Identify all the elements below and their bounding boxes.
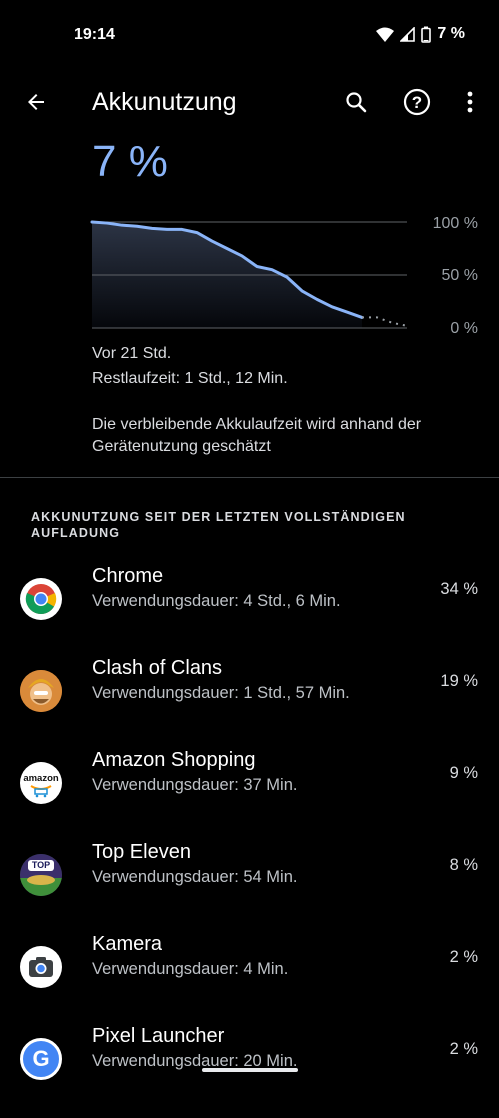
cart-icon	[30, 784, 52, 797]
pixel-launcher-icon: G	[20, 1038, 62, 1080]
remaining-time: Restlaufzeit: 1 Std., 12 Min.	[92, 370, 288, 387]
app-bar: Akkunutzung ?	[0, 80, 499, 128]
chart-since-label: Vor 21 Std.	[92, 345, 172, 362]
battery-projection-line	[362, 316, 408, 327]
app-percent: 19 %	[440, 672, 478, 690]
app-percent: 2 %	[449, 1040, 478, 1058]
app-name: Clash of Clans	[92, 657, 223, 679]
more-options-button[interactable]	[458, 88, 482, 120]
camera-icon	[20, 946, 62, 988]
app-usage: Verwendungsdauer: 37 Min.	[92, 776, 298, 794]
app-usage: Verwendungsdauer: 4 Std., 6 Min.	[92, 592, 341, 610]
search-button[interactable]	[340, 88, 372, 120]
help-icon: ?	[403, 88, 431, 121]
battery-icon	[421, 26, 432, 43]
y-tick-100: 100 %	[432, 215, 478, 232]
section-divider	[0, 477, 499, 478]
gesture-nav-handle[interactable]	[202, 1068, 298, 1072]
status-time: 19:14	[74, 26, 115, 43]
app-name: Chrome	[92, 565, 164, 587]
app-percent: 2 %	[449, 948, 478, 966]
app-usage: Verwendungsdauer: 54 Min.	[92, 868, 298, 886]
app-usage: Verwendungsdauer: 4 Min.	[92, 960, 289, 978]
app-row-kamera[interactable]: Kamera Verwendungsdauer: 4 Min. 2 %	[0, 933, 499, 1026]
app-name: Top Eleven	[92, 841, 191, 863]
amazon-logo-text: amazon	[23, 772, 59, 784]
app-name: Kamera	[92, 933, 163, 955]
wifi-icon	[376, 27, 395, 42]
pixel-launcher-logo-text: G	[32, 1046, 50, 1071]
app-name: Amazon Shopping	[92, 749, 256, 771]
y-tick-0: 0 %	[450, 320, 478, 337]
app-percent: 9 %	[449, 764, 478, 782]
app-usage: Verwendungsdauer: 1 Std., 57 Min.	[92, 684, 350, 702]
status-bar: 19:14 7 %	[0, 0, 499, 70]
amazon-icon: amazon	[20, 762, 62, 804]
search-icon	[344, 90, 368, 119]
chrome-icon	[20, 578, 62, 620]
app-row-clash-of-clans[interactable]: Clash of Clans Verwendungsdauer: 1 Std.,…	[0, 657, 499, 750]
app-percent: 8 %	[449, 856, 478, 874]
app-row-top-eleven[interactable]: TOP Top Eleven Verwendungsdauer: 54 Min.…	[0, 841, 499, 934]
y-tick-50: 50 %	[441, 267, 478, 284]
status-icons: 7 %	[376, 25, 465, 43]
app-row-amazon-shopping[interactable]: amazon Amazon Shopping Verwendungsdauer:…	[0, 749, 499, 842]
help-button[interactable]: ?	[401, 88, 433, 120]
page-title: Akkunutzung	[92, 88, 237, 116]
battery-chart: 100 % 50 % 0 %	[0, 200, 499, 345]
top-eleven-logo-text: TOP	[31, 860, 51, 870]
svg-text:?: ?	[412, 93, 422, 112]
app-percent: 34 %	[440, 580, 478, 598]
estimate-note: Die verbleibende Akkulaufzeit wird anhan…	[92, 416, 422, 455]
battery-percent-text: 7 %	[437, 25, 465, 42]
section-header: AKKUNUTZUNG SEIT DER LETZTEN VOLLSTÄNDIG…	[31, 510, 406, 540]
app-name: Pixel Launcher	[92, 1025, 225, 1047]
more-vert-icon	[467, 91, 473, 118]
cell-signal-icon	[400, 26, 416, 42]
battery-level: 7 %	[92, 137, 168, 186]
top-eleven-icon: TOP	[20, 854, 62, 896]
back-button[interactable]	[20, 88, 52, 120]
app-row-pixel-launcher[interactable]: G Pixel Launcher Verwendungsdauer: 20 Mi…	[0, 1025, 499, 1118]
arrow-back-icon	[24, 90, 48, 119]
clash-of-clans-icon	[20, 670, 62, 712]
app-row-chrome[interactable]: Chrome Verwendungsdauer: 4 Std., 6 Min. …	[0, 565, 499, 658]
